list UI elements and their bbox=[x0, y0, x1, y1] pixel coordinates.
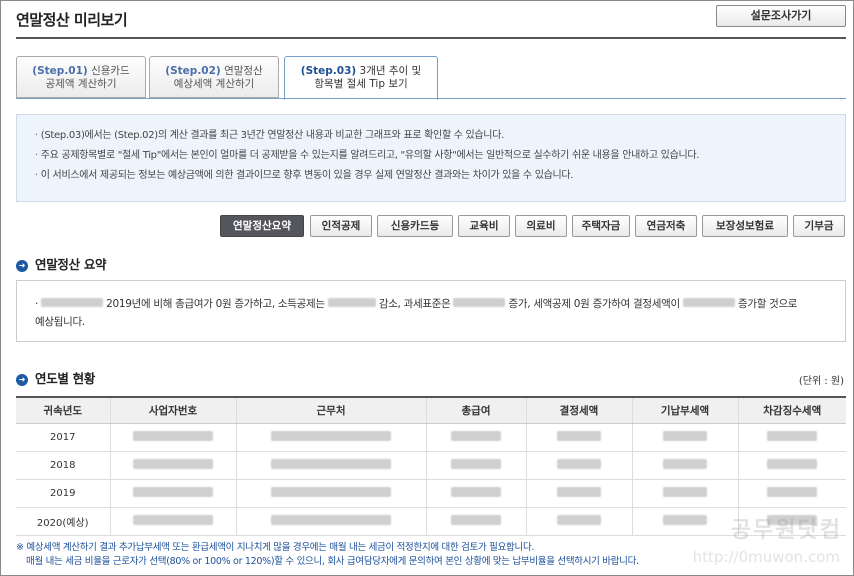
tab-underline bbox=[16, 98, 846, 99]
col-header: 근무처 bbox=[235, 396, 426, 424]
masked-cell bbox=[663, 486, 707, 497]
masked-cell bbox=[271, 486, 391, 497]
table-row: 2017 bbox=[16, 423, 846, 452]
masked-cell bbox=[557, 514, 601, 525]
masked-value bbox=[682, 298, 735, 307]
col-header: 귀속년도 bbox=[16, 396, 110, 424]
masked-cell bbox=[663, 430, 707, 441]
yearly-title: 연도별 현황 bbox=[35, 371, 96, 386]
masked-cell bbox=[133, 458, 213, 469]
header-divider bbox=[16, 37, 846, 39]
masked-cell bbox=[451, 486, 501, 497]
col-header: 사업자번호 bbox=[109, 396, 236, 424]
info-box: (Step.03)에서는 (Step.02)의 계산 결과를 최근 3년간 연말… bbox=[16, 114, 846, 202]
masked-cell bbox=[451, 430, 501, 441]
filter-summary-button[interactable]: 연말정산요약 bbox=[220, 215, 304, 237]
filter-donation-button[interactable]: 기부금 bbox=[793, 215, 845, 237]
masked-value bbox=[327, 298, 376, 307]
tab-step-label: (Step.01) bbox=[32, 65, 88, 77]
summary-text-5: 예상됩니다. bbox=[35, 316, 85, 328]
summary-text-4: 증가할 것으로 bbox=[737, 298, 798, 310]
filter-insurance-button[interactable]: 보장성보험료 bbox=[702, 215, 788, 237]
tab-step-02[interactable]: (Step.02) 연말정산 예상세액 계산하기 bbox=[149, 56, 279, 98]
watermark-logo: 공무원닷컴 bbox=[730, 518, 842, 543]
masked-cell bbox=[767, 458, 818, 469]
masked-cell bbox=[133, 514, 213, 525]
filter-housing-button[interactable]: 주택자금 bbox=[572, 215, 630, 237]
table-row: 2018 bbox=[16, 451, 846, 480]
info-item: 주요 공제항목별로 "절세 Tip"에서는 본인이 얼마를 더 공제받을 수 있… bbox=[35, 146, 827, 166]
step-tabs: (Step.01) 신용카드 공제액 계산하기 (Step.02) 연말정산 예… bbox=[16, 56, 846, 100]
tab-step-label: (Step.03) bbox=[300, 65, 357, 77]
filter-personal-button[interactable]: 인적공제 bbox=[310, 215, 372, 237]
filter-medical-button[interactable]: 의료비 bbox=[515, 215, 567, 237]
tab-line1: 연말정산 bbox=[224, 65, 263, 77]
summary-heading: ➜ 연말정산 요약 bbox=[16, 254, 107, 273]
watermark-url: http://0muwon.com bbox=[692, 548, 840, 566]
header: 연말정산 미리보기 설문조사가기 bbox=[16, 0, 846, 38]
filter-education-button[interactable]: 교육비 bbox=[458, 215, 510, 237]
yearly-table: 귀속년도 사업자번호 근무처 총급여 결정세액 기납부세액 차감징수세액 201… bbox=[16, 396, 846, 536]
table-row: 2020(예상) bbox=[16, 507, 846, 536]
footnote-line1: ※ 예상세액 계산하기 결과 추가납부세액 또는 환급세액이 지나치게 많을 경… bbox=[16, 542, 535, 553]
tab-line1: 3개년 추이 및 bbox=[359, 65, 422, 77]
tab-line2: 항목별 절세 Tip 보기 bbox=[314, 78, 408, 90]
yearly-heading: ➜ 연도별 현황 bbox=[16, 368, 95, 387]
masked-value bbox=[453, 298, 506, 307]
year-cell: 2017 bbox=[16, 423, 110, 452]
masked-cell bbox=[557, 458, 601, 469]
masked-cell bbox=[767, 430, 818, 441]
year-cell: 2019 bbox=[16, 479, 110, 508]
summary-text-3: 증가, 세액공제 0원 증가하여 결정세액이 bbox=[508, 298, 681, 310]
filter-creditcard-button[interactable]: 신용카드등 bbox=[377, 215, 453, 237]
masked-cell bbox=[557, 430, 601, 441]
col-header: 총급여 bbox=[425, 396, 526, 424]
masked-cell bbox=[663, 514, 707, 525]
masked-cell bbox=[767, 486, 818, 497]
masked-cell bbox=[271, 514, 391, 525]
tab-step-label: (Step.02) bbox=[165, 65, 221, 77]
category-filter-bar: 연말정산요약 인적공제 신용카드등 교육비 의료비 주택자금 연금저축 보장성보… bbox=[0, 215, 846, 237]
info-item: (Step.03)에서는 (Step.02)의 계산 결과를 최근 3년간 연말… bbox=[35, 126, 827, 146]
unit-label: (단위 : 원) bbox=[798, 376, 844, 387]
summary-text-1: 2019년에 비해 총급여가 0원 증가하고, 소득공제는 bbox=[106, 298, 325, 310]
table-header-row: 귀속년도 사업자번호 근무처 총급여 결정세액 기납부세액 차감징수세액 bbox=[16, 396, 846, 424]
masked-cell bbox=[663, 458, 707, 469]
masked-cell bbox=[451, 458, 501, 469]
filter-pension-button[interactable]: 연금저축 bbox=[635, 215, 697, 237]
col-header: 차감징수세액 bbox=[737, 396, 846, 424]
year-cell: 2020(예상) bbox=[16, 507, 110, 536]
survey-button[interactable]: 설문조사가기 bbox=[716, 5, 846, 27]
summary-text-2: 감소, 과세표준은 bbox=[378, 298, 451, 310]
tab-step-01[interactable]: (Step.01) 신용카드 공제액 계산하기 bbox=[16, 56, 146, 98]
col-header: 기납부세액 bbox=[631, 396, 738, 424]
footnote: ※ 예상세액 계산하기 결과 추가납부세액 또는 환급세액이 지나치게 많을 경… bbox=[16, 541, 639, 569]
masked-cell bbox=[271, 430, 391, 441]
arrow-icon: ➜ bbox=[16, 260, 28, 272]
tab-line2: 예상세액 계산하기 bbox=[173, 78, 255, 90]
masked-name bbox=[41, 298, 104, 307]
page-title: 연말정산 미리보기 bbox=[16, 11, 128, 29]
footnote-line2: 매월 내는 세금 비율을 근로자가 선택(80% or 100% or 120%… bbox=[26, 556, 639, 567]
year-cell: 2018 bbox=[16, 451, 110, 480]
tab-line1: 신용카드 bbox=[91, 65, 130, 77]
masked-cell bbox=[133, 486, 213, 497]
masked-cell bbox=[451, 514, 501, 525]
summary-box: · 2019년에 비해 총급여가 0원 증가하고, 소득공제는 감소, 과세표준… bbox=[16, 280, 846, 342]
masked-cell bbox=[271, 458, 391, 469]
col-header: 결정세액 bbox=[525, 396, 632, 424]
info-item: 이 서비스에서 제공되는 정보는 예상금액에 의한 결과이므로 향후 변동이 있… bbox=[35, 166, 827, 186]
tab-line2: 공제액 계산하기 bbox=[45, 78, 117, 90]
tab-step-03[interactable]: (Step.03) 3개년 추이 및 항목별 절세 Tip 보기 bbox=[284, 56, 438, 100]
masked-cell bbox=[557, 486, 601, 497]
arrow-icon: ➜ bbox=[16, 374, 28, 386]
table-row: 2019 bbox=[16, 479, 846, 508]
summary-title: 연말정산 요약 bbox=[35, 257, 107, 272]
masked-cell bbox=[133, 430, 213, 441]
